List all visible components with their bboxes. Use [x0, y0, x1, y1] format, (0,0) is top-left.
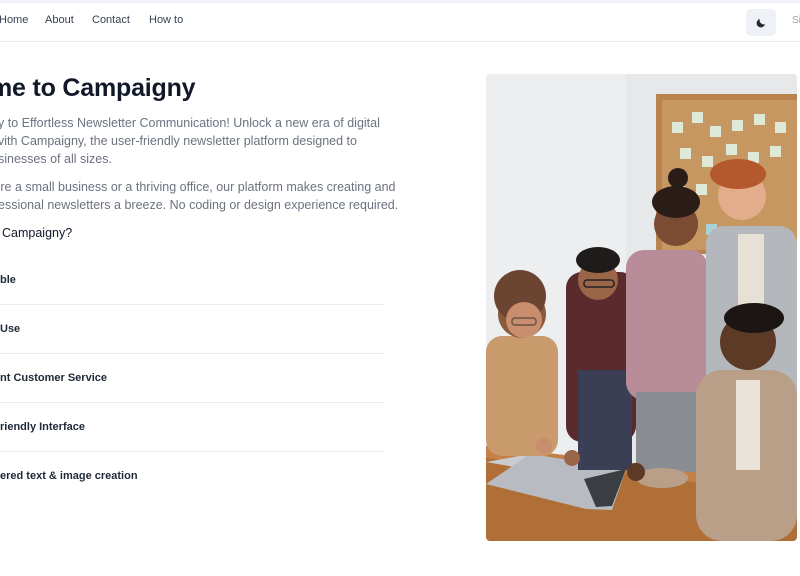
feature-label: nt Customer Service: [0, 372, 107, 384]
description-line: 're a small business or a thriving offic…: [0, 180, 396, 194]
intro-line: vith Campaigny, the user-friendly newsle…: [0, 134, 357, 148]
nav-howto-link[interactable]: How to: [149, 14, 183, 26]
navbar: Home About Contact How to Si: [0, 3, 800, 42]
why-heading: Campaigny?: [2, 226, 73, 240]
feature-item[interactable]: ble: [0, 256, 384, 305]
theme-toggle-button[interactable]: [746, 9, 776, 36]
feature-item[interactable]: Use: [0, 305, 384, 354]
feature-item[interactable]: riendly Interface: [0, 403, 384, 452]
feature-item[interactable]: nt Customer Service: [0, 354, 384, 403]
hero-title: me to Campaigny: [0, 74, 196, 102]
team-photo: [486, 74, 797, 541]
team-photo-illustration: [486, 74, 797, 541]
feature-label: Use: [0, 323, 21, 335]
description-paragraph: 're a small business or a thriving offic…: [0, 178, 398, 214]
feature-label: ered text & image creation: [0, 470, 138, 482]
intro-paragraph: y to Effortless Newsletter Communication…: [0, 114, 398, 168]
moon-icon: [756, 18, 765, 27]
intro-line: y to Effortless Newsletter Communication…: [0, 116, 380, 130]
description-line: essional newsletters a breeze. No coding…: [0, 198, 399, 212]
nav-contact-link[interactable]: Contact: [92, 14, 130, 26]
signin-link[interactable]: Si: [792, 15, 800, 26]
feature-label: riendly Interface: [0, 421, 85, 433]
nav-home-link[interactable]: Home: [0, 14, 28, 26]
feature-item[interactable]: ered text & image creation: [0, 452, 384, 500]
nav-about-link[interactable]: About: [45, 14, 74, 26]
intro-line: sinesses of all sizes.: [0, 152, 112, 166]
feature-label: ble: [0, 274, 16, 286]
features-list: ble Use nt Customer Service riendly Inte…: [0, 256, 384, 500]
